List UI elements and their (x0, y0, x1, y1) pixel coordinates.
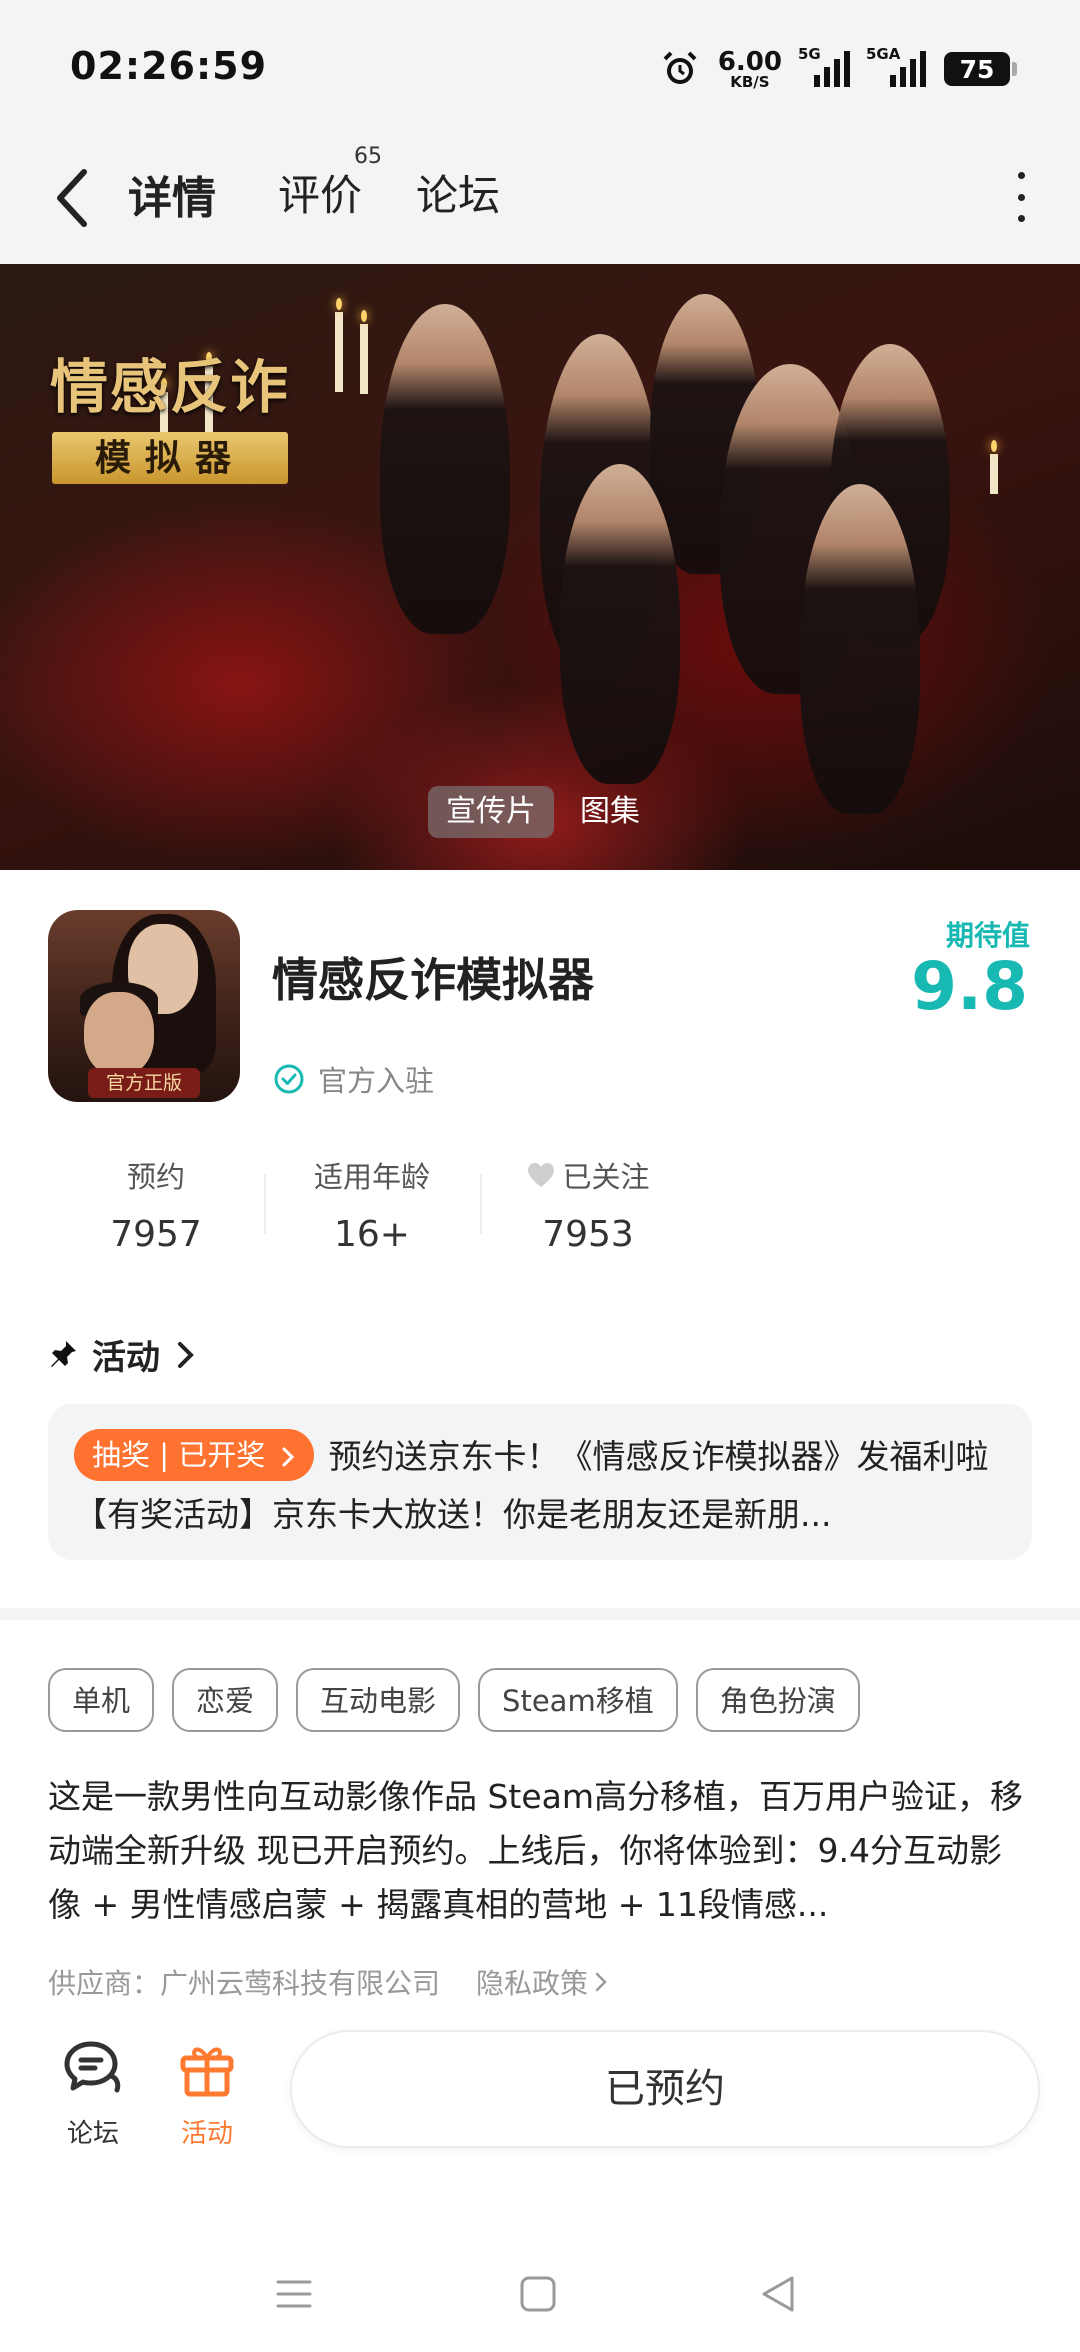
chevron-right-icon (282, 1447, 295, 1466)
reserved-button[interactable]: 已预约 (290, 2030, 1040, 2148)
candle-decoration (360, 310, 368, 394)
candle-decoration (990, 440, 998, 494)
banner-figure (800, 484, 920, 814)
heart-icon (528, 1163, 555, 1187)
home-icon[interactable] (516, 2272, 560, 2316)
banner-logo: 情感反诈 模拟器 (50, 340, 290, 484)
supplier-label: 供应商：广州云莺科技有限公司 (48, 1967, 441, 2000)
tag-steam-port[interactable]: Steam移植 (478, 1668, 678, 1732)
stat-age-rating: 适用年龄 16+ (264, 1154, 480, 1255)
privacy-policy-link[interactable]: 隐私政策 (476, 1962, 608, 2002)
section-divider (0, 1608, 1080, 1620)
media-tab-gallery[interactable]: 图集 (562, 786, 658, 838)
candle-decoration (335, 298, 343, 392)
verified-check-icon (274, 1064, 304, 1094)
tag-romance[interactable]: 恋爱 (172, 1668, 279, 1732)
pin-icon (51, 1340, 76, 1367)
official-badge: 官方入驻 (272, 1058, 434, 1100)
tab-forum[interactable]: 论坛 (416, 162, 500, 223)
lottery-badge: 抽奖 | 已开奖 (74, 1428, 315, 1481)
tag-list: 单机 恋爱 互动电影 Steam移植 角色扮演 (48, 1668, 860, 1732)
stat-reservations: 预约 7957 (110, 1160, 202, 1255)
stats-row: 预约 7957 适用年龄 16+ 已关注 7953 (48, 1154, 696, 1255)
system-nav-bar (0, 2240, 1080, 2352)
tab-detail[interactable]: 详情 (122, 162, 230, 234)
supplier-row: 供应商：广州云莺科技有限公司 隐私政策 (48, 1962, 608, 2002)
tag-rpg[interactable]: 角色扮演 (695, 1668, 860, 1732)
score-value: 9.8 (911, 948, 1028, 1025)
menu-icon[interactable] (272, 2272, 316, 2316)
signal-5ga-icon: 5GA (866, 45, 926, 87)
activity-header[interactable]: 活动 (48, 1330, 198, 1379)
media-tab-trailer[interactable]: 宣传片 (428, 786, 554, 838)
app-icon: 官方正版 (48, 910, 240, 1102)
app-title: 情感反诈模拟器 (272, 953, 594, 1007)
signal-5g-icon: 5G (798, 45, 850, 87)
media-tabs: 宣传片 图集 (428, 786, 658, 838)
game-description[interactable]: 这是一款男性向互动影像作品 Steam高分移植，百万用户验证，移动端全新升级 现… (48, 1770, 1032, 1932)
review-count: 65 (354, 144, 382, 169)
status-time: 02:26:59 (70, 44, 268, 88)
tab-review[interactable]: 评价 65 (278, 144, 382, 223)
top-nav: 详情 评价 65 论坛 (0, 130, 1080, 264)
chevron-right-icon (595, 1972, 607, 1992)
status-icons: 6.00 KB/S 5G 5GA 75 (660, 44, 1017, 94)
bottom-action-bar: 论坛 活动 已预约 (0, 2020, 1080, 2170)
battery-icon: 75 (944, 52, 1017, 86)
alarm-icon (663, 51, 697, 84)
banner-figure (380, 304, 510, 634)
stat-followers[interactable]: 已关注 7953 (480, 1154, 696, 1255)
network-speed: 6.00 KB/S (717, 46, 782, 91)
tag-interactive-movie[interactable]: 互动电影 (296, 1668, 461, 1732)
forum-button[interactable]: 论坛 (48, 2036, 138, 2150)
activity-card[interactable]: 抽奖 | 已开奖 预约送京东卡！《情感反诈模拟器》发福利啦 【有奖活动】京东卡大… (48, 1404, 1032, 1560)
more-options-icon[interactable] (1006, 172, 1036, 222)
back-triangle-icon[interactable] (756, 2272, 800, 2316)
status-bar: 02:26:59 6.00 KB/S 5G 5GA 75 (0, 0, 1080, 130)
activity-button[interactable]: 活动 (162, 2036, 252, 2150)
promo-banner[interactable]: 情感反诈 模拟器 宣传片 图集 (0, 264, 1080, 870)
chevron-right-icon (178, 1341, 194, 1368)
banner-figure (560, 464, 680, 784)
back-arrow-icon[interactable] (48, 158, 98, 238)
forum-chat-icon (64, 2041, 121, 2093)
tag-single-player[interactable]: 单机 (48, 1668, 155, 1732)
gift-icon (180, 2047, 234, 2097)
